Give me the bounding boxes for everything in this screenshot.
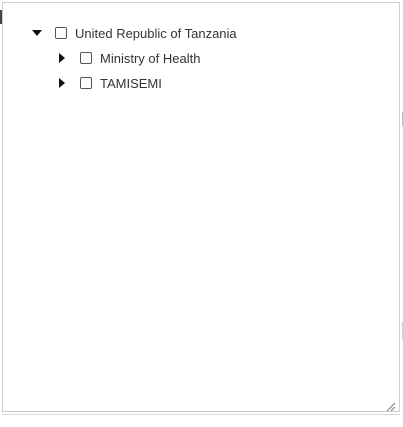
org-unit-tree-panel[interactable]: United Republic of Tanzania Ministry of … bbox=[2, 2, 400, 412]
tree-node-tamisemi: TAMISEMI bbox=[55, 73, 162, 93]
org-unit-tree-page: United Republic of Tanzania Ministry of … bbox=[0, 0, 403, 427]
tree-node-checkbox[interactable] bbox=[55, 27, 67, 39]
tree-node-checkbox[interactable] bbox=[80, 52, 92, 64]
panel-divider bbox=[2, 414, 400, 415]
tree-node-label[interactable]: United Republic of Tanzania bbox=[75, 26, 237, 41]
caret-down-icon[interactable] bbox=[30, 26, 44, 40]
tree-node-label[interactable]: Ministry of Health bbox=[100, 51, 200, 66]
tree-node-ministry-of-health: Ministry of Health bbox=[55, 48, 200, 68]
tree-node-checkbox[interactable] bbox=[80, 77, 92, 89]
tree-node-label[interactable]: TAMISEMI bbox=[100, 76, 162, 91]
caret-right-icon[interactable] bbox=[55, 51, 69, 65]
tree-node-root: United Republic of Tanzania bbox=[30, 23, 237, 43]
caret-right-icon[interactable] bbox=[55, 76, 69, 90]
resize-handle-icon[interactable] bbox=[386, 398, 396, 412]
